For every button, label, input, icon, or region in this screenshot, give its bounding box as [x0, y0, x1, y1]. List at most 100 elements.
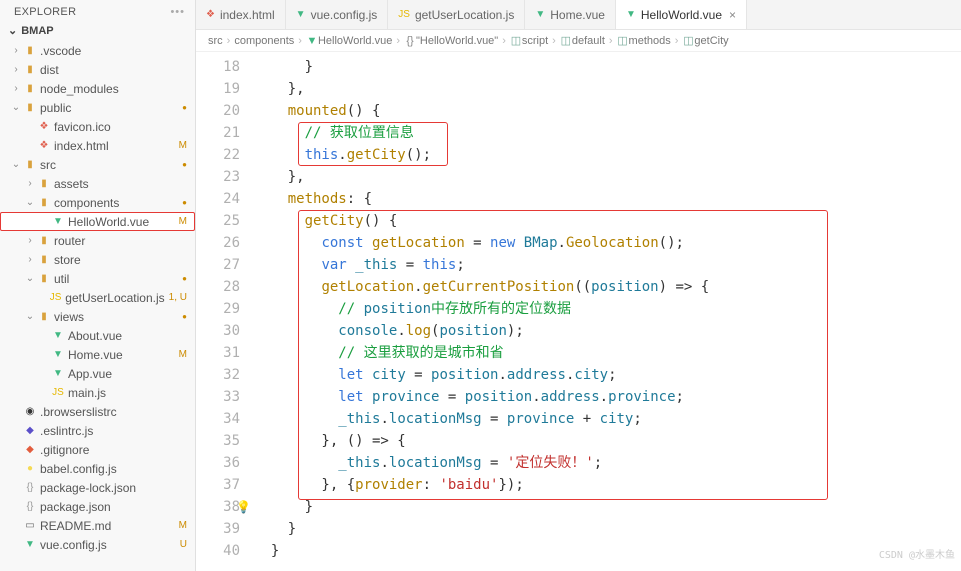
chevron-icon: ›	[24, 178, 36, 189]
file-row[interactable]: JSgetUserLocation.js1, U	[0, 288, 195, 307]
code-line[interactable]: this.getCity();	[254, 144, 961, 166]
breadcrumb-item[interactable]: ◫getCity	[682, 34, 728, 47]
file-label: util	[54, 272, 69, 286]
code-line[interactable]: getLocation.getCurrentPosition((position…	[254, 276, 961, 298]
more-icon[interactable]: •••	[170, 6, 185, 18]
code-line[interactable]: const getLocation = new BMap.Geolocation…	[254, 232, 961, 254]
file-row[interactable]: ▼vue.config.jsU	[0, 535, 195, 554]
breadcrumb-item[interactable]: {}"HelloWorld.vue"	[404, 35, 498, 47]
folder-row[interactable]: ›▮dist	[0, 60, 195, 79]
breadcrumb-item[interactable]: ◫default	[560, 34, 605, 47]
file-row[interactable]: ▼HelloWorld.vueM	[0, 212, 195, 231]
folder-row[interactable]: ⌄▮public●	[0, 98, 195, 117]
code-line[interactable]: let province = position.address.province…	[254, 386, 961, 408]
tab-HelloWorld-vue[interactable]: ▼HelloWorld.vue×	[616, 0, 747, 29]
code-line[interactable]: var _this = this;	[254, 254, 961, 276]
code-line[interactable]: mounted() {	[254, 100, 961, 122]
code-line[interactable]: let city = position.address.city;	[254, 364, 961, 386]
folder-row[interactable]: ⌄▮src●	[0, 155, 195, 174]
folder-icon: ▮	[22, 102, 38, 113]
folder-row[interactable]: ⌄▮views●	[0, 307, 195, 326]
chevron-icon: ⌄	[24, 273, 36, 284]
file-row[interactable]: ▼Home.vueM	[0, 345, 195, 364]
breadcrumb-item[interactable]: src	[208, 35, 223, 47]
file-row[interactable]: ▼About.vue	[0, 326, 195, 345]
tab-getUserLocation-js[interactable]: JSgetUserLocation.js	[388, 0, 525, 29]
dirty-dot: ●	[182, 198, 187, 207]
breadcrumb-item[interactable]: components	[234, 35, 294, 47]
folder-icon: ▮	[36, 273, 52, 284]
project-root[interactable]: ⌄ BMAP	[0, 22, 195, 41]
file-row[interactable]: {}package.json	[0, 497, 195, 516]
sidebar: EXPLORER ••• ⌄ BMAP ›▮.vscode›▮dist›▮nod…	[0, 0, 196, 571]
tab-index-html[interactable]: ❖index.html	[196, 0, 286, 29]
code-line[interactable]: }💡	[254, 496, 961, 518]
symbol-icon: ◫	[617, 34, 629, 47]
braces-icon: {}	[404, 35, 416, 47]
breadcrumb-item[interactable]: ◫script	[510, 34, 548, 47]
code-line[interactable]: console.log(position);	[254, 320, 961, 342]
tab-vue-config-js[interactable]: ▼vue.config.js	[286, 0, 389, 29]
js-icon: JS	[50, 387, 66, 398]
code-line[interactable]: }	[254, 540, 961, 562]
file-label: router	[54, 234, 85, 248]
code-line[interactable]: _this.locationMsg = province + city;	[254, 408, 961, 430]
file-row[interactable]: {}package-lock.json	[0, 478, 195, 497]
folder-row[interactable]: ›▮store	[0, 250, 195, 269]
file-row[interactable]: ▼App.vue	[0, 364, 195, 383]
folder-icon: ▮	[22, 159, 38, 170]
folder-icon: ▮	[22, 64, 38, 75]
js-icon: JS	[48, 292, 63, 303]
vue-icon: ▼	[306, 35, 318, 47]
code-line[interactable]: }, () => {	[254, 430, 961, 452]
code-line[interactable]: }	[254, 56, 961, 78]
folder-row[interactable]: ›▮assets	[0, 174, 195, 193]
code-line[interactable]: methods: {	[254, 188, 961, 210]
file-row[interactable]: ❖index.htmlM	[0, 136, 195, 155]
file-row[interactable]: ▭README.mdM	[0, 516, 195, 535]
file-row[interactable]: JSmain.js	[0, 383, 195, 402]
explorer-title: EXPLORER	[14, 6, 76, 18]
folder-row[interactable]: ›▮router	[0, 231, 195, 250]
vue-icon: ▼	[50, 216, 66, 227]
tab-Home-vue[interactable]: ▼Home.vue	[525, 0, 616, 29]
file-row[interactable]: ❖favicon.ico	[0, 117, 195, 136]
chevron-icon: ›	[24, 254, 36, 265]
babel-icon: ●	[22, 463, 38, 474]
file-label: .browserslistrc	[40, 405, 117, 419]
code-line[interactable]: }	[254, 518, 961, 540]
file-row[interactable]: ◆.eslintrc.js	[0, 421, 195, 440]
folder-row[interactable]: ⌄▮components●	[0, 193, 195, 212]
folder-icon: ▮	[22, 45, 38, 56]
file-row[interactable]: ●babel.config.js	[0, 459, 195, 478]
breadcrumb-label: "HelloWorld.vue"	[416, 35, 498, 47]
tab-label: HelloWorld.vue	[641, 8, 722, 22]
chevron-right-icon: ›	[396, 35, 400, 47]
tab-label: getUserLocation.js	[415, 8, 514, 22]
breadcrumb-label: getCity	[694, 35, 728, 47]
code-line[interactable]: // position中存放所有的定位数据	[254, 298, 961, 320]
file-row[interactable]: ◆.gitignore	[0, 440, 195, 459]
code-editor[interactable]: 1819202122232425262728293031323334353637…	[196, 52, 961, 571]
code-line[interactable]: // 这里获取的是城市和省	[254, 342, 961, 364]
breadcrumb-item[interactable]: ◫methods	[617, 34, 671, 47]
code-area[interactable]: } }, mounted() { // 获取位置信息 this.getCity(…	[254, 52, 961, 571]
file-label: Home.vue	[68, 348, 123, 362]
code-line[interactable]: },	[254, 166, 961, 188]
code-line[interactable]: // 获取位置信息	[254, 122, 961, 144]
folder-row[interactable]: ⌄▮util●	[0, 269, 195, 288]
code-line[interactable]: }, {provider: 'baidu'});	[254, 474, 961, 496]
code-line[interactable]: },	[254, 78, 961, 100]
close-icon[interactable]: ×	[729, 8, 736, 22]
git-badge: U	[176, 539, 187, 550]
breadcrumb-label: default	[572, 35, 605, 47]
code-line[interactable]: _this.locationMsg = '定位失败！';	[254, 452, 961, 474]
lightbulb-icon[interactable]: 💡	[236, 496, 251, 518]
file-row[interactable]: ◉.browserslistrc	[0, 402, 195, 421]
breadcrumb-label: script	[522, 35, 548, 47]
folder-row[interactable]: ›▮node_modules	[0, 79, 195, 98]
code-line[interactable]: getCity() {	[254, 210, 961, 232]
dirty-dot: ●	[182, 103, 187, 112]
breadcrumb-item[interactable]: ▼HelloWorld.vue	[306, 35, 392, 47]
folder-row[interactable]: ›▮.vscode	[0, 41, 195, 60]
